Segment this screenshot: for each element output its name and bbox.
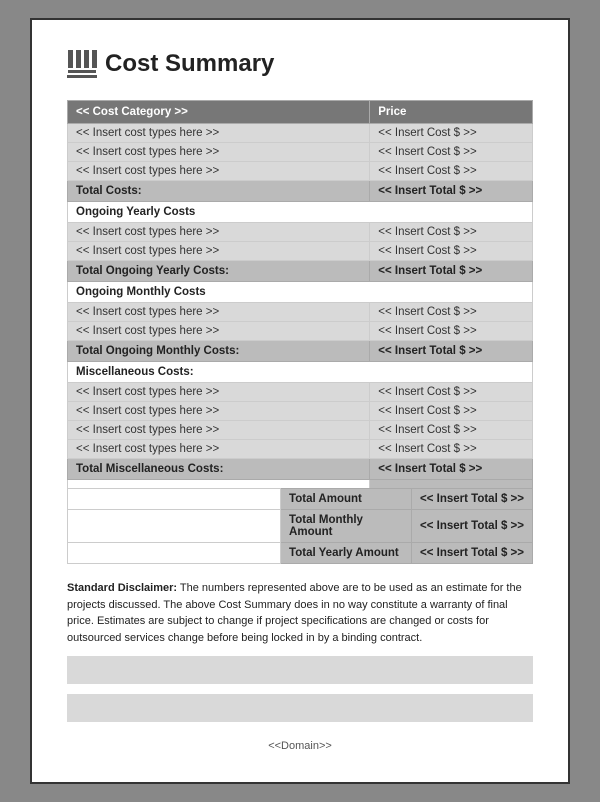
placeholder-box-2 [67, 694, 533, 722]
cost-category-cell: << Insert cost types here >> [68, 303, 370, 322]
table-row: << Insert cost types here >> << Insert C… [68, 303, 533, 322]
total-misc-label: Total Miscellaneous Costs: [68, 459, 370, 480]
cost-price-cell: << Insert Cost $ >> [370, 440, 533, 459]
table-row: << Insert cost types here >> << Insert C… [68, 383, 533, 402]
table-row: << Insert cost types here >> << Insert C… [68, 421, 533, 440]
cost-price-cell: << Insert Cost $ >> [370, 124, 533, 143]
summary-total-value: << Insert Total $ >> [412, 489, 533, 510]
total-yearly-value: << Insert Total $ >> [370, 261, 533, 282]
summary-label-empty [68, 489, 281, 510]
page-header: Cost Summary [67, 50, 533, 78]
cost-category-cell: << Insert cost types here >> [68, 124, 370, 143]
summary-label-empty [68, 510, 281, 543]
placeholder-box-1 [67, 656, 533, 684]
summary-table: Total Amount << Insert Total $ >> Total … [67, 488, 533, 564]
summary-monthly-value: << Insert Total $ >> [412, 510, 533, 543]
page-title: Cost Summary [105, 50, 274, 78]
table-row: << Insert cost types here >> << Insert C… [68, 242, 533, 261]
col-price-header: Price [370, 101, 533, 124]
summary-row-total: Total Amount << Insert Total $ >> [68, 489, 533, 510]
total-yearly-label: Total Ongoing Yearly Costs: [68, 261, 370, 282]
total-misc-row: Total Miscellaneous Costs: << Insert Tot… [68, 459, 533, 480]
section-label: Ongoing Monthly Costs [68, 282, 533, 303]
cost-price-cell: << Insert Cost $ >> [370, 223, 533, 242]
cost-category-cell: << Insert cost types here >> [68, 242, 370, 261]
disclaimer-title: Standard Disclaimer: [67, 582, 177, 594]
total-monthly-value: << Insert Total $ >> [370, 341, 533, 362]
summary-label-empty [68, 543, 281, 564]
cost-price-cell: << Insert Cost $ >> [370, 162, 533, 181]
cost-category-cell: << Insert cost types here >> [68, 162, 370, 181]
summary-monthly-label: Total Monthly Amount [281, 510, 412, 543]
cost-price-cell: << Insert Cost $ >> [370, 143, 533, 162]
cost-price-cell: << Insert Cost $ >> [370, 383, 533, 402]
total-costs-value: << Insert Total $ >> [370, 181, 533, 202]
total-yearly-row: Total Ongoing Yearly Costs: << Insert To… [68, 261, 533, 282]
table-row: << Insert cost types here >> << Insert C… [68, 124, 533, 143]
total-monthly-label: Total Ongoing Monthly Costs: [68, 341, 370, 362]
col-category-header: << Cost Category >> [68, 101, 370, 124]
pillar-icon [67, 50, 97, 78]
table-header-row: << Cost Category >> Price [68, 101, 533, 124]
cost-category-cell: << Insert cost types here >> [68, 223, 370, 242]
cost-category-cell: << Insert cost types here >> [68, 322, 370, 341]
cost-price-cell: << Insert Cost $ >> [370, 421, 533, 440]
section-ongoing-yearly: Ongoing Yearly Costs [68, 202, 533, 223]
total-misc-value: << Insert Total $ >> [370, 459, 533, 480]
cost-price-cell: << Insert Cost $ >> [370, 242, 533, 261]
cost-category-cell: << Insert cost types here >> [68, 383, 370, 402]
footer-domain: <<Domain>> [268, 740, 332, 752]
total-costs-label: Total Costs: [68, 181, 370, 202]
cost-category-cell: << Insert cost types here >> [68, 440, 370, 459]
table-row: << Insert cost types here >> << Insert C… [68, 322, 533, 341]
section-ongoing-monthly: Ongoing Monthly Costs [68, 282, 533, 303]
cost-category-cell: << Insert cost types here >> [68, 143, 370, 162]
summary-total-label: Total Amount [281, 489, 412, 510]
table-row: << Insert cost types here >> << Insert C… [68, 143, 533, 162]
page: Cost Summary << Cost Category >> Price <… [30, 18, 570, 784]
cost-price-cell: << Insert Cost $ >> [370, 322, 533, 341]
summary-yearly-value: << Insert Total $ >> [412, 543, 533, 564]
table-row: << Insert cost types here >> << Insert C… [68, 402, 533, 421]
table-row: << Insert cost types here >> << Insert C… [68, 162, 533, 181]
summary-yearly-label: Total Yearly Amount [281, 543, 412, 564]
cost-category-cell: << Insert cost types here >> [68, 402, 370, 421]
section-misc: Miscellaneous Costs: [68, 362, 533, 383]
section-label: Ongoing Yearly Costs [68, 202, 533, 223]
total-monthly-row: Total Ongoing Monthly Costs: << Insert T… [68, 341, 533, 362]
disclaimer-section: Standard Disclaimer: The numbers represe… [67, 580, 533, 646]
summary-row-yearly: Total Yearly Amount << Insert Total $ >> [68, 543, 533, 564]
footer: <<Domain>> [67, 740, 533, 752]
table-row: << Insert cost types here >> << Insert C… [68, 440, 533, 459]
cost-price-cell: << Insert Cost $ >> [370, 402, 533, 421]
cost-price-cell: << Insert Cost $ >> [370, 303, 533, 322]
cost-table: << Cost Category >> Price << Insert cost… [67, 100, 533, 489]
table-row: << Insert cost types here >> << Insert C… [68, 223, 533, 242]
total-costs-row: Total Costs: << Insert Total $ >> [68, 181, 533, 202]
section-label: Miscellaneous Costs: [68, 362, 533, 383]
cost-category-cell: << Insert cost types here >> [68, 421, 370, 440]
summary-row-monthly: Total Monthly Amount << Insert Total $ >… [68, 510, 533, 543]
